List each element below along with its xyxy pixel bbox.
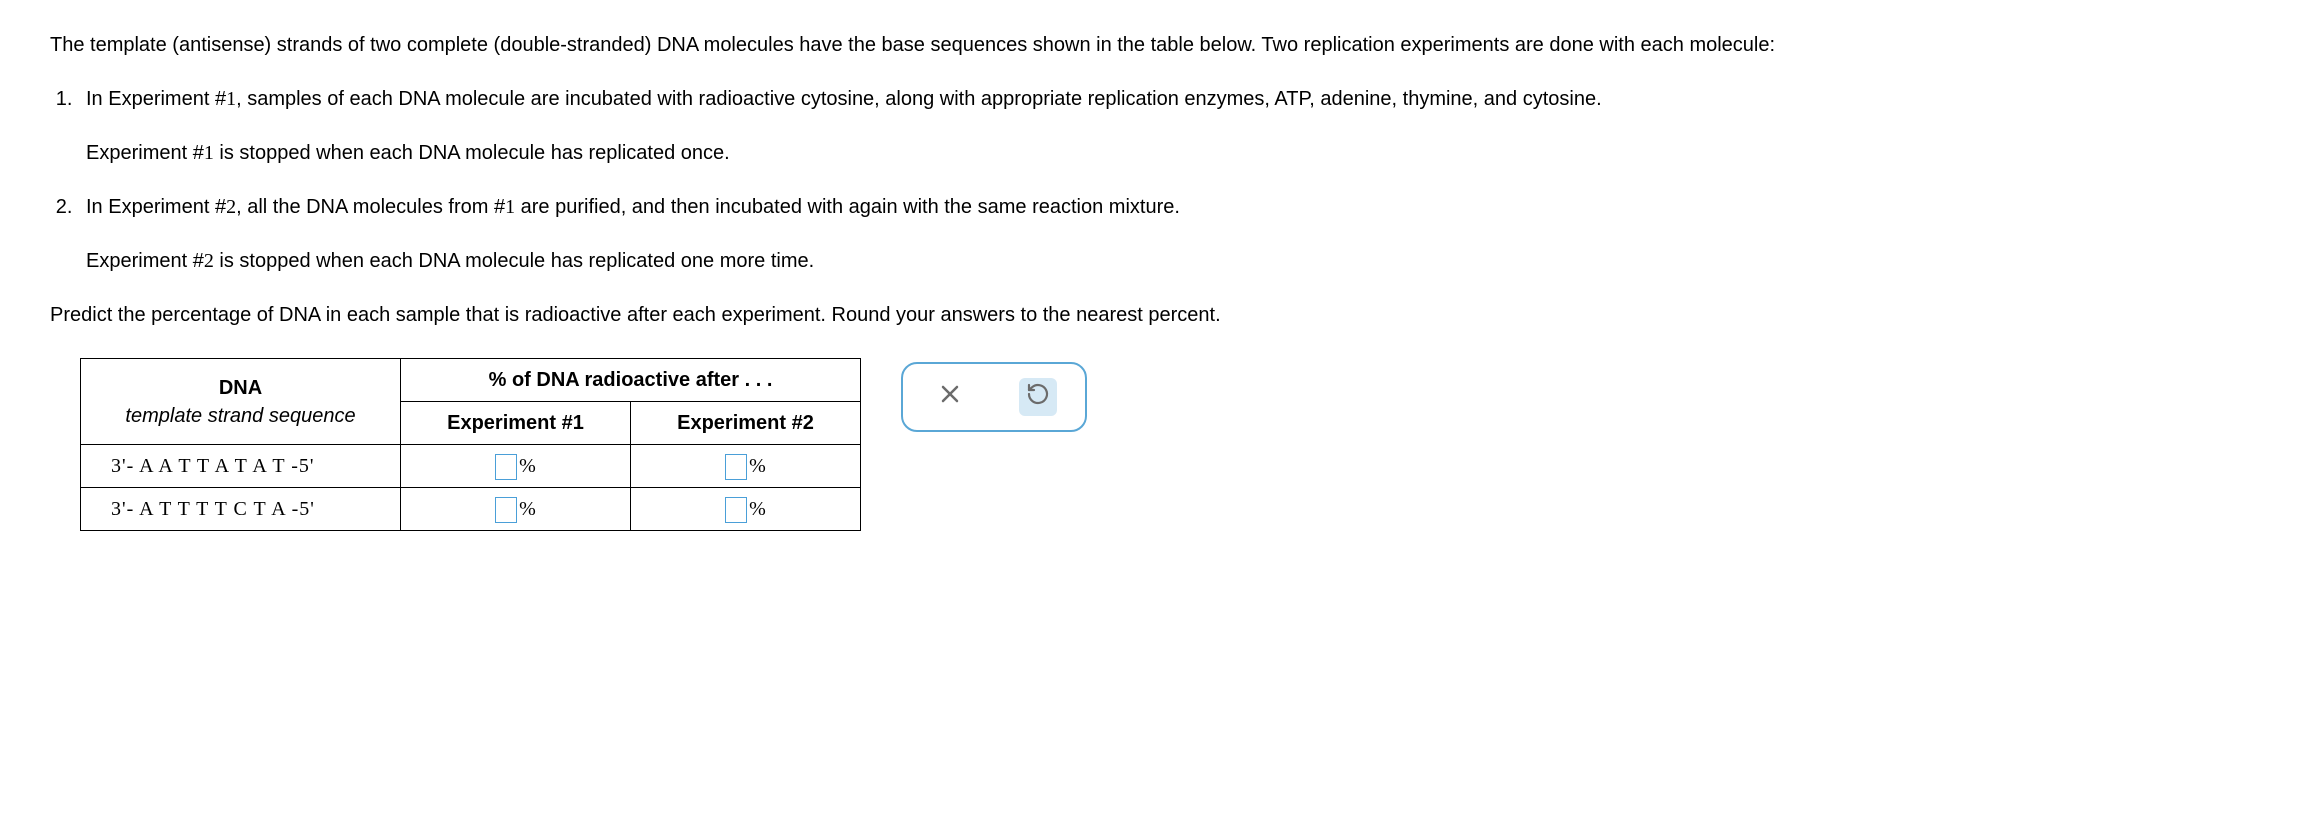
seq1-exp1-cell: % xyxy=(401,445,631,488)
answer-table: DNA template strand sequence % of DNA ra… xyxy=(80,358,861,531)
reset-button[interactable] xyxy=(1019,378,1057,416)
sequence-1: 3'- A A T T A T A T -5' xyxy=(81,445,401,488)
table-and-controls: DNA template strand sequence % of DNA ra… xyxy=(50,358,2260,531)
experiment-1-item: In Experiment #1, samples of each DNA mo… xyxy=(78,84,2260,168)
experiments-list: In Experiment #1, samples of each DNA mo… xyxy=(50,84,2260,276)
close-button[interactable] xyxy=(931,378,969,416)
dna-header-main: DNA xyxy=(219,374,262,402)
seq2-exp2-input[interactable] xyxy=(725,497,747,523)
experiment-1-main: In Experiment #1, samples of each DNA mo… xyxy=(86,84,2260,114)
experiment-2-main: In Experiment #2, all the DNA molecules … xyxy=(86,192,2260,222)
predict-text: Predict the percentage of DNA in each sa… xyxy=(50,300,2260,330)
dna-header-cell: DNA template strand sequence xyxy=(81,359,401,445)
experiment-2-sub: Experiment #2 is stopped when each DNA m… xyxy=(86,246,2260,276)
reset-icon xyxy=(1026,382,1050,413)
experiment-1-sub: Experiment #1 is stopped when each DNA m… xyxy=(86,138,2260,168)
close-icon xyxy=(938,382,962,413)
seq2-exp1-cell: % xyxy=(401,488,631,531)
control-panel xyxy=(901,362,1087,432)
dna-header-sub: template strand sequence xyxy=(125,402,355,430)
intro-text: The template (antisense) strands of two … xyxy=(50,30,2260,60)
seq2-exp1-input[interactable] xyxy=(495,497,517,523)
table-row: 3'- A A T T A T A T -5' % % xyxy=(81,445,861,488)
seq1-exp2-cell: % xyxy=(631,445,861,488)
radio-header-cell: % of DNA radioactive after . . . xyxy=(401,359,861,402)
seq2-exp2-cell: % xyxy=(631,488,861,531)
sequence-2: 3'- A T T T T C T A -5' xyxy=(81,488,401,531)
seq1-exp2-input[interactable] xyxy=(725,454,747,480)
exp2-header: Experiment #2 xyxy=(631,402,861,445)
exp1-header: Experiment #1 xyxy=(401,402,631,445)
seq1-exp1-input[interactable] xyxy=(495,454,517,480)
experiment-2-item: In Experiment #2, all the DNA molecules … xyxy=(78,192,2260,276)
table-row: 3'- A T T T T C T A -5' % % xyxy=(81,488,861,531)
